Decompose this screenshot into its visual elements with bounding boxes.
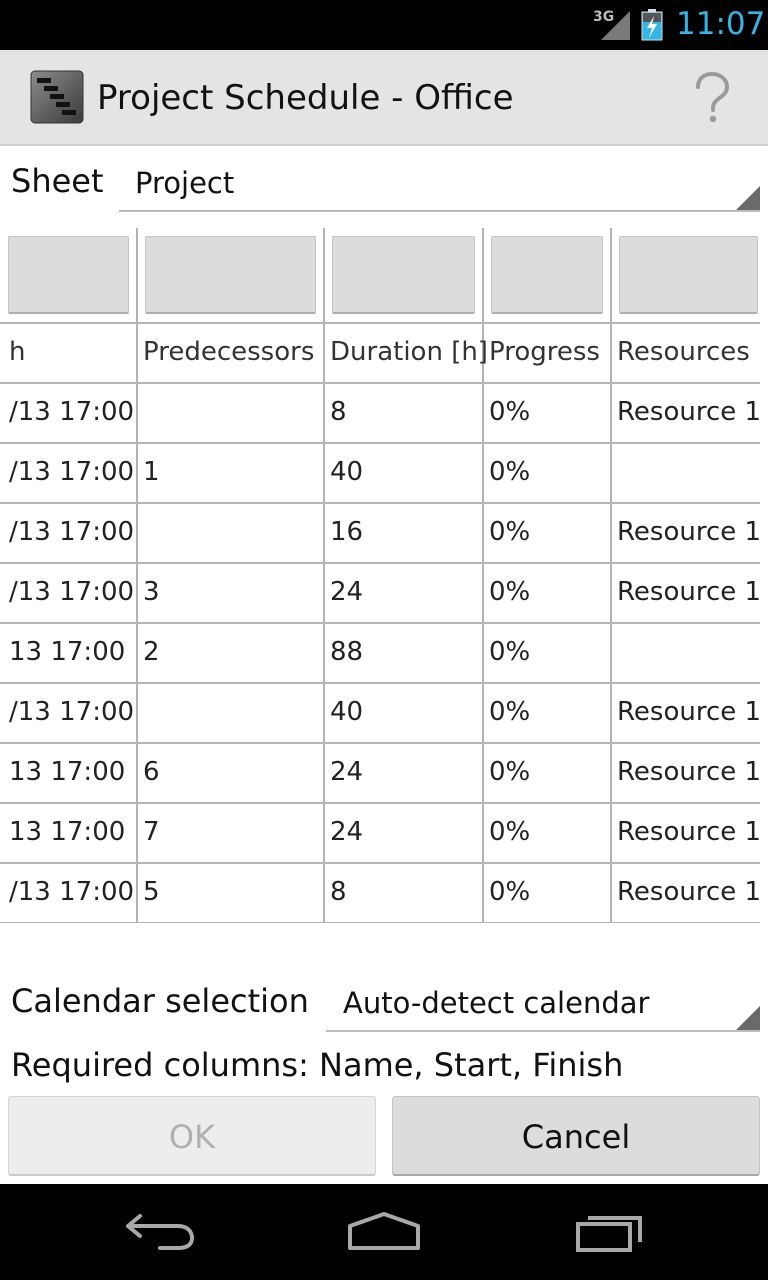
column-header-cell: Progress bbox=[489, 337, 600, 367]
table-cell: /13 17:00 bbox=[9, 517, 135, 547]
column-header-button[interactable] bbox=[8, 236, 129, 314]
table-cell: 7 bbox=[143, 817, 160, 847]
table-cell: Resource 1 bbox=[617, 697, 760, 727]
column-header-button[interactable] bbox=[332, 236, 475, 314]
required-columns-text: Required columns: Name, Start, Finish bbox=[11, 1046, 624, 1084]
column-header-button[interactable] bbox=[619, 236, 758, 314]
table-cell: 0% bbox=[489, 577, 531, 607]
status-bar: 3G 11:07 bbox=[0, 0, 768, 50]
table-cell: 0% bbox=[489, 397, 531, 427]
dropdown-arrow-icon bbox=[736, 1006, 760, 1030]
table-cell: Resource 1 bbox=[617, 757, 760, 787]
table-cell: /13 17:00 bbox=[9, 697, 135, 727]
column-header-button[interactable] bbox=[491, 236, 603, 314]
table-cell: 1 bbox=[143, 457, 160, 487]
table-cell: 5 bbox=[143, 877, 160, 907]
table-cell: /13 17:00 bbox=[9, 877, 135, 907]
calendar-label: Calendar selection bbox=[11, 982, 309, 1020]
row-divider bbox=[0, 922, 760, 923]
column-header-cell: h bbox=[9, 337, 26, 367]
table-cell: /13 17:00 bbox=[9, 577, 135, 607]
battery-charging-icon bbox=[641, 9, 663, 41]
ok-button[interactable]: OK bbox=[8, 1096, 376, 1176]
dropdown-arrow-icon bbox=[736, 186, 760, 210]
gantt-chart-icon bbox=[30, 70, 84, 124]
column-header-cell: Predecessors bbox=[143, 337, 315, 367]
table-cell: 8 bbox=[330, 877, 347, 907]
navigation-bar bbox=[0, 1184, 768, 1280]
help-icon[interactable] bbox=[690, 72, 734, 124]
network-type-label: 3G bbox=[593, 9, 615, 25]
table-cell: 0% bbox=[489, 757, 531, 787]
column-divider bbox=[610, 228, 612, 923]
table-cell: 0% bbox=[489, 637, 531, 667]
table-cell: 13 17:00 bbox=[9, 637, 126, 667]
table-cell: /13 17:00 bbox=[9, 457, 135, 487]
table-cell: 0% bbox=[489, 817, 531, 847]
table-cell: 24 bbox=[330, 817, 364, 847]
table-cell: Resource 1 bbox=[617, 517, 760, 547]
table-cell: 0% bbox=[489, 457, 531, 487]
column-header-button[interactable] bbox=[145, 236, 316, 314]
app-title: Project Schedule - Office bbox=[97, 78, 514, 118]
table-cell: 40 bbox=[330, 457, 364, 487]
table-cell: 24 bbox=[330, 757, 364, 787]
sheet-dropdown-value: Project bbox=[135, 166, 235, 200]
sheet-dropdown[interactable]: Project bbox=[119, 160, 760, 212]
column-header-cell: Duration [h] bbox=[330, 337, 488, 367]
calendar-dropdown[interactable]: Auto-detect calendar bbox=[326, 980, 760, 1032]
table-cell: /13 17:00 bbox=[9, 397, 135, 427]
table-cell: 0% bbox=[489, 697, 531, 727]
table-cell: 3 bbox=[143, 577, 160, 607]
action-bar: Project Schedule - Office bbox=[0, 50, 768, 146]
table-cell: Resource 1 bbox=[617, 877, 760, 907]
column-divider bbox=[323, 228, 325, 923]
table-cell: 16 bbox=[330, 517, 364, 547]
sheet-label: Sheet bbox=[11, 162, 104, 200]
calendar-dropdown-value: Auto-detect calendar bbox=[343, 986, 650, 1020]
table-cell: 8 bbox=[330, 397, 347, 427]
clock: 11:07 bbox=[676, 6, 766, 42]
preview-table[interactable]: h Predecessors Duration [h] Progress Resourc… bbox=[0, 228, 760, 923]
table-cell: 0% bbox=[489, 517, 531, 547]
table-cell: 13 17:00 bbox=[9, 817, 126, 847]
home-icon[interactable] bbox=[346, 1206, 422, 1254]
table-cell: 2 bbox=[143, 637, 160, 667]
back-icon[interactable] bbox=[124, 1206, 196, 1254]
column-divider bbox=[136, 228, 138, 923]
table-cell: Resource 1 bbox=[617, 397, 760, 427]
recent-apps-icon[interactable] bbox=[574, 1206, 646, 1254]
table-cell: Resource 1 bbox=[617, 577, 760, 607]
table-cell: 6 bbox=[143, 757, 160, 787]
cancel-button[interactable]: Cancel bbox=[392, 1096, 760, 1176]
table-cell: Resource 1 bbox=[617, 817, 760, 847]
column-header-cell: Resources bbox=[617, 337, 750, 367]
table-cell: 13 17:00 bbox=[9, 757, 126, 787]
table-cell: 0% bbox=[489, 877, 531, 907]
table-cell: 24 bbox=[330, 577, 364, 607]
table-cell: 40 bbox=[330, 697, 364, 727]
table-cell: 88 bbox=[330, 637, 364, 667]
